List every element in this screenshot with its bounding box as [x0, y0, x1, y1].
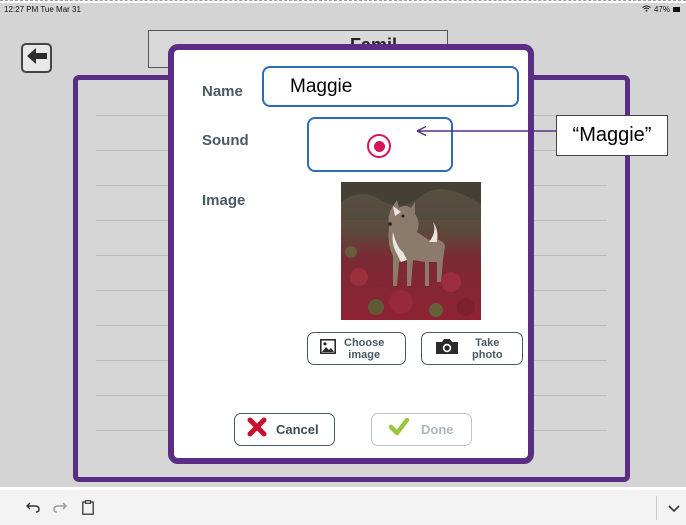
chevron-down-icon[interactable] [668, 500, 680, 516]
keyboard-toolbar [0, 490, 686, 525]
top-border [0, 0, 686, 1]
toolbar-divider [656, 496, 657, 520]
undo-icon[interactable] [26, 500, 40, 516]
clipboard-icon[interactable] [82, 500, 94, 518]
sound-callout: “Maggie” [556, 115, 668, 156]
app-screen: 12:27 PM Tue Mar 31 47% Famil Name Maggi… [0, 3, 686, 487]
callout-arrow [416, 125, 556, 137]
redo-icon[interactable] [53, 500, 67, 516]
